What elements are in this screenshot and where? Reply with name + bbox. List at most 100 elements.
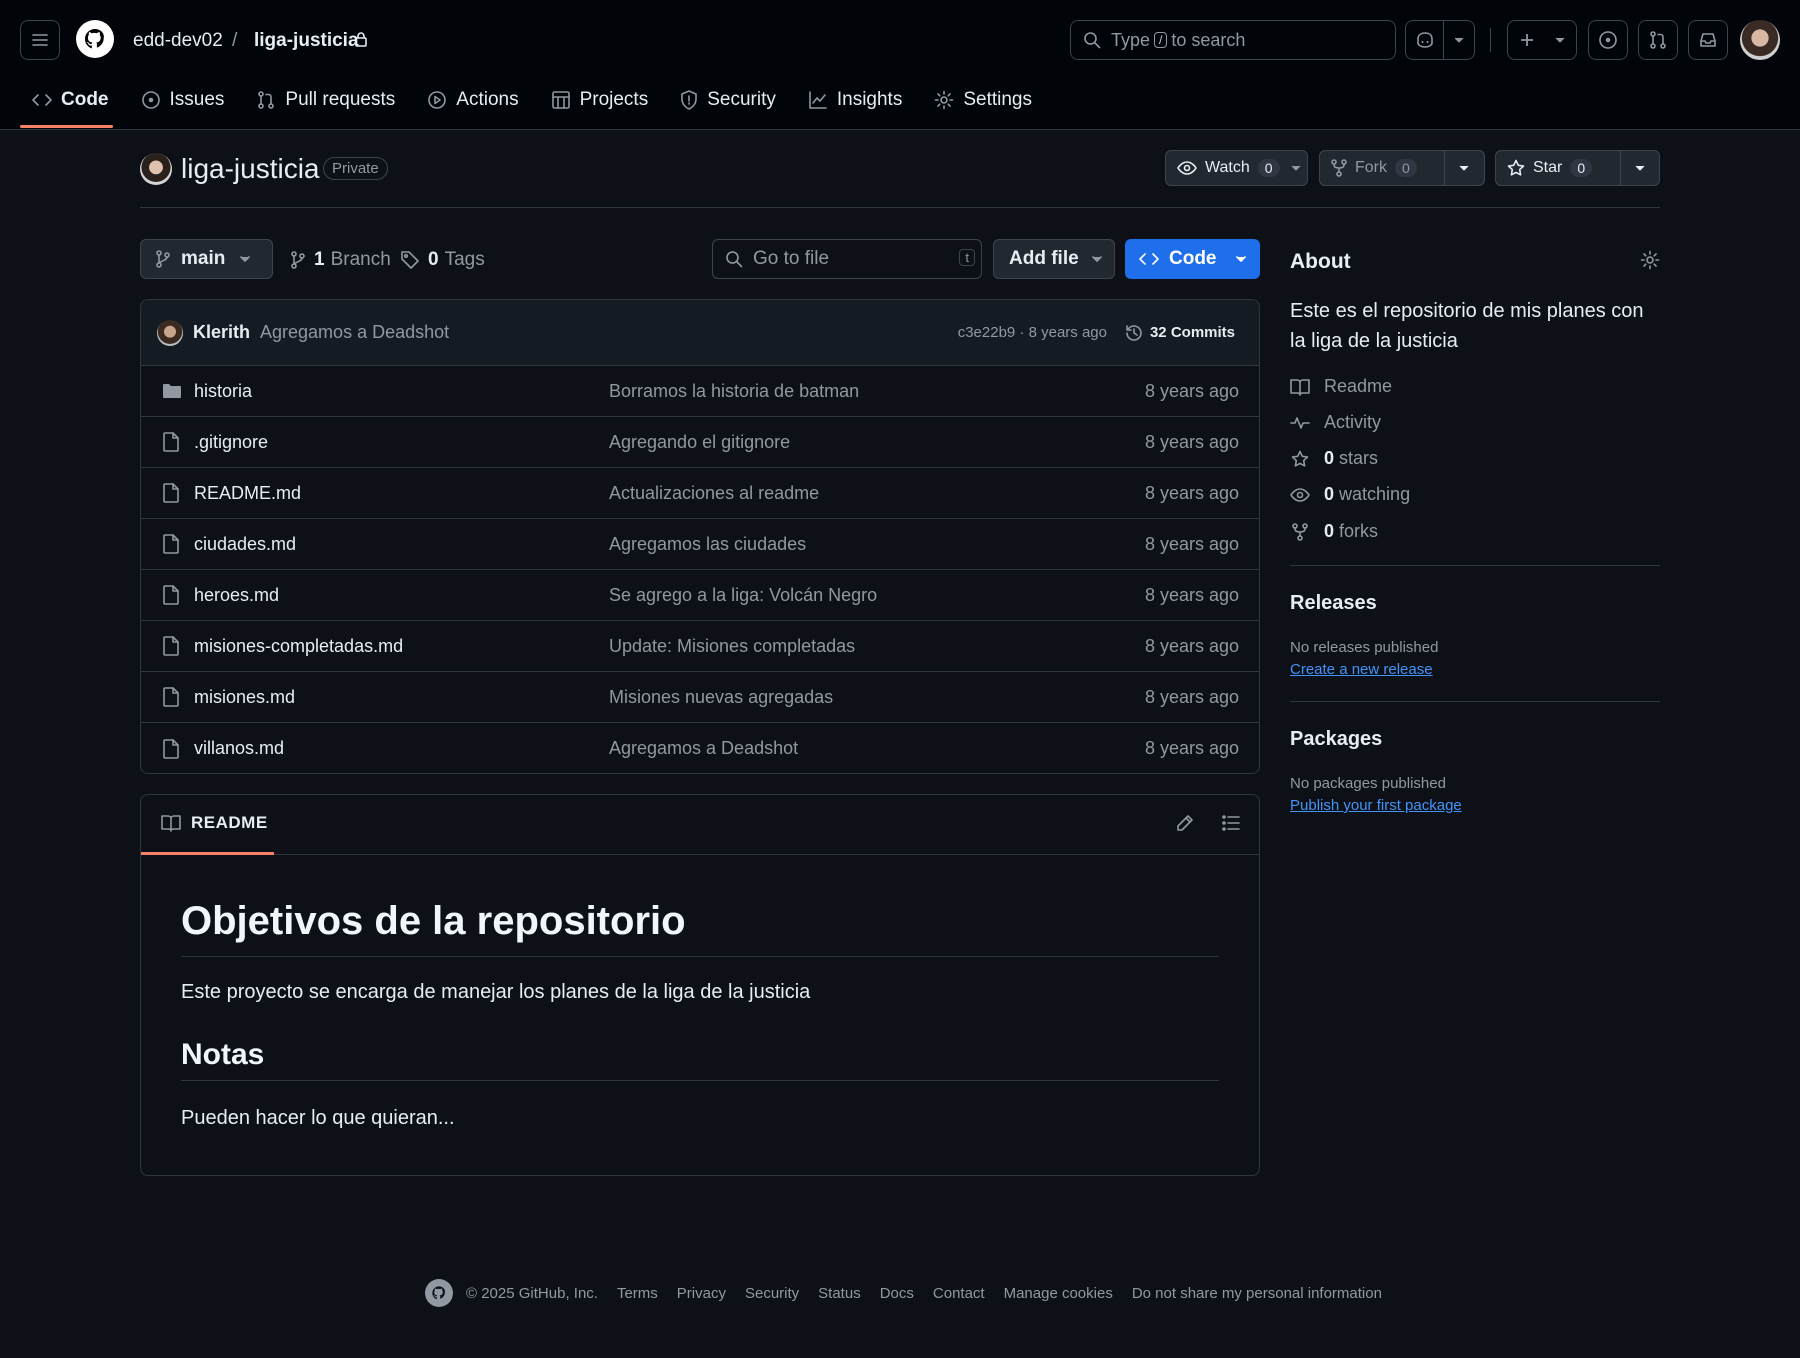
readme-header: README (141, 795, 1259, 855)
file-name[interactable]: villanos.md (194, 738, 284, 759)
commit-author-avatar[interactable] (157, 319, 183, 346)
tags-link[interactable]: 0 Tags (400, 249, 485, 271)
copilot-icon[interactable] (1406, 21, 1444, 59)
file-name[interactable]: ciudades.md (194, 534, 296, 555)
file-row[interactable]: README.md Actualizaciones al readme 8 year… (141, 468, 1259, 519)
repo-title[interactable]: liga-justicia (181, 153, 320, 185)
file-commit-message[interactable]: Agregamos a Deadshot (609, 738, 798, 759)
breadcrumb-owner[interactable]: edd-dev02 (133, 30, 223, 52)
file-commit-message[interactable]: Update: Misiones completadas (609, 636, 855, 657)
github-logo-icon[interactable] (425, 1279, 453, 1307)
file-name[interactable]: misiones-completadas.md (194, 636, 403, 657)
footer-link-terms[interactable]: Terms (617, 1285, 658, 1302)
inbox-button[interactable] (1688, 20, 1728, 60)
footer-link-do-not-share[interactable]: Do not share my personal information (1132, 1285, 1382, 1302)
tab-pull-requests[interactable]: Pull requests (244, 78, 407, 122)
packages-title[interactable]: Packages (1290, 728, 1382, 751)
footer-link-status[interactable]: Status (818, 1285, 861, 1302)
footer-link-manage-cookies[interactable]: Manage cookies (1004, 1285, 1113, 1302)
forks-label: forks (1339, 521, 1379, 541)
file-row[interactable]: misiones-completadas.md Update: Misiones … (141, 621, 1259, 672)
search-input[interactable]: Type / to search (1070, 20, 1396, 60)
file-commit-message[interactable]: Misiones nuevas agregadas (609, 687, 833, 708)
commit-author[interactable]: Klerith (193, 322, 250, 343)
pencil-icon[interactable] (1175, 813, 1195, 833)
commit-hash-time[interactable]: c3e22b9 · 8 years ago (958, 324, 1107, 341)
file-icon (162, 687, 180, 707)
footer-link-privacy[interactable]: Privacy (677, 1285, 726, 1302)
file-commit-message[interactable]: Agregamos las ciudades (609, 534, 806, 555)
chevron-down-icon[interactable] (1621, 151, 1659, 185)
tab-settings[interactable]: Settings (922, 78, 1044, 122)
file-icon (162, 585, 180, 605)
file-row[interactable]: .gitignore Agregando el gitignore 8 years … (141, 417, 1259, 468)
menu-button[interactable] (20, 20, 60, 60)
create-new-button[interactable] (1507, 20, 1577, 60)
issues-button[interactable] (1588, 20, 1628, 60)
file-name[interactable]: heroes.md (194, 585, 279, 606)
copilot-dropdown-chevron-icon[interactable] (1444, 21, 1474, 59)
tab-issues[interactable]: Issues (129, 78, 237, 122)
readme-body: Objetivos de la repositorio Este proyect… (141, 899, 1259, 1130)
readme-link[interactable]: Readme (1290, 376, 1392, 397)
file-name[interactable]: misiones.md (194, 687, 295, 708)
list-icon[interactable] (1221, 813, 1241, 833)
tab-insights[interactable]: Insights (796, 78, 914, 122)
file-name[interactable]: historia (194, 381, 252, 402)
owner-avatar[interactable] (140, 153, 172, 185)
code-button-label: Code (1169, 248, 1217, 269)
file-commit-date: 8 years ago (1144, 431, 1239, 452)
file-row[interactable]: villanos.md Agregamos a Deadshot 8 years a… (141, 723, 1259, 773)
commit-message[interactable]: Agregamos a Deadshot (260, 322, 449, 343)
create-release-link[interactable]: Create a new release (1290, 661, 1433, 678)
file-commit-message[interactable]: Actualizaciones al readme (609, 483, 819, 504)
file-row[interactable]: heroes.md Se agrego a la liga: Volcán Neg… (141, 570, 1259, 621)
add-file-button[interactable]: Add file (993, 239, 1115, 279)
watching-link[interactable]: 0 watching (1290, 484, 1410, 505)
fork-button[interactable]: Fork 0 (1319, 150, 1485, 186)
tab-actions[interactable]: Actions (415, 78, 530, 122)
file-icon (162, 534, 180, 554)
tab-projects[interactable]: Projects (539, 78, 661, 122)
branches-link[interactable]: 1 Branch (290, 249, 391, 271)
footer-link-docs[interactable]: Docs (880, 1285, 914, 1302)
file-name[interactable]: .gitignore (194, 432, 268, 453)
file-commit-date: 8 years ago (1144, 482, 1239, 503)
pull-requests-button[interactable] (1638, 20, 1678, 60)
readme-tab[interactable]: README (161, 813, 268, 833)
star-button[interactable]: Star 0 (1495, 150, 1660, 186)
pulse-icon (1290, 414, 1310, 432)
releases-title[interactable]: Releases (1290, 592, 1377, 615)
pull-request-icon (1648, 30, 1668, 50)
stars-link[interactable]: 0 stars (1290, 448, 1378, 469)
tab-security-label: Security (707, 89, 776, 110)
chevron-down-icon[interactable] (1288, 151, 1308, 185)
breadcrumb-repo[interactable]: liga-justicia (254, 30, 359, 52)
branch-select-button[interactable]: main (140, 239, 273, 279)
go-to-file-input[interactable]: Go to file t (712, 239, 982, 279)
copilot-button-group[interactable] (1405, 20, 1475, 60)
publish-package-link[interactable]: Publish your first package (1290, 797, 1462, 814)
watch-button[interactable]: Watch 0 (1165, 150, 1308, 186)
file-row[interactable]: misiones.md Misiones nuevas agregadas 8 ye… (141, 672, 1259, 723)
repo-nav: Code Issues Pull requests Actions Projec… (20, 78, 1052, 130)
user-avatar[interactable] (1740, 20, 1780, 60)
commits-link[interactable]: 32 Commits (1124, 323, 1235, 343)
activity-link[interactable]: Activity (1290, 412, 1381, 433)
tab-security[interactable]: Security (668, 78, 788, 122)
branch-name: main (181, 248, 226, 269)
file-commit-message[interactable]: Se agrego a la liga: Volcán Negro (609, 585, 877, 606)
code-button[interactable]: Code (1125, 239, 1260, 279)
footer-link-contact[interactable]: Contact (933, 1285, 985, 1302)
tab-code[interactable]: Code (20, 78, 121, 122)
file-name[interactable]: README.md (194, 483, 301, 504)
file-commit-message[interactable]: Agregando el gitignore (609, 432, 790, 453)
gear-icon[interactable] (1640, 250, 1660, 270)
file-commit-message[interactable]: Borramos la historia de batman (609, 381, 859, 402)
footer-link-security[interactable]: Security (745, 1285, 799, 1302)
forks-link[interactable]: 0 forks (1290, 521, 1378, 542)
chevron-down-icon[interactable] (1445, 151, 1483, 185)
file-row[interactable]: historia Borramos la historia de batman 8 … (141, 366, 1259, 417)
file-row[interactable]: ciudades.md Agregamos las ciudades 8 years… (141, 519, 1259, 570)
github-logo-icon[interactable] (76, 20, 114, 58)
